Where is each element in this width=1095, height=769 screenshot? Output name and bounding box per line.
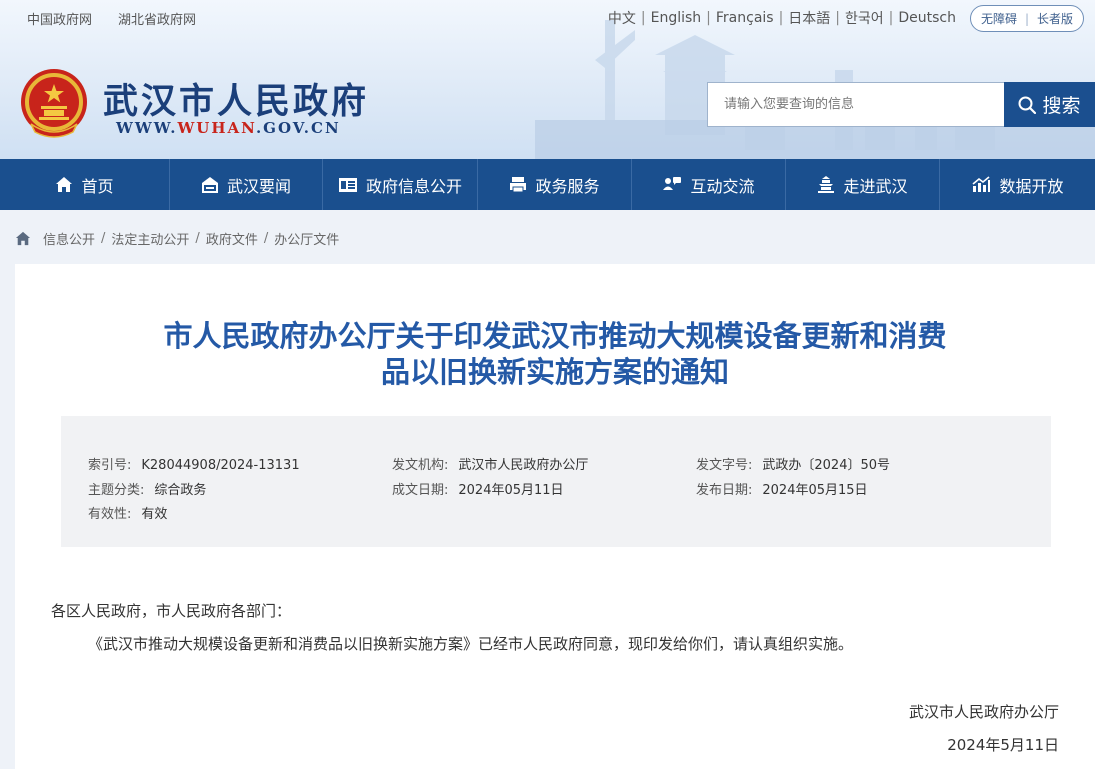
main-nav: 首页 武汉要闻 政府信息公开 政务服务 互动交流 走进武汉 数据开放 (0, 159, 1095, 210)
nav-explore-wuhan[interactable]: 走进武汉 (786, 159, 940, 210)
signature: 武汉市人民政府办公厅 (908, 703, 1059, 721)
nav-open-data[interactable]: 数据开放 (940, 159, 1095, 210)
meta-index: 索引号: K28044908/2024-13131 (88, 458, 300, 473)
meta-issuer: 发文机构: 武汉市人民政府办公厅 (392, 458, 589, 473)
barrier-free-button[interactable]: 无障碍 (981, 10, 1017, 27)
breadcrumb: 信息公开 / 法定主动公开 / 政府文件 / 办公厅文件 (15, 229, 339, 248)
signature-date: 2024年5月11日 (947, 736, 1059, 754)
tower-icon (818, 175, 835, 193)
printer-icon (510, 177, 527, 193)
info-card-icon (338, 177, 357, 192)
breadcrumb-item[interactable]: 法定主动公开 (111, 229, 189, 248)
news-icon (201, 177, 218, 193)
accessibility-toggle: 无障碍 | 长者版 (970, 5, 1084, 32)
home-icon (56, 177, 73, 192)
lang-en[interactable]: English (651, 10, 702, 26)
nav-home[interactable]: 首页 (0, 159, 170, 210)
meta-topic: 主题分类: 综合政务 (88, 483, 207, 498)
lang-zh[interactable]: 中文 (608, 8, 636, 28)
link-gov-cn[interactable]: 中国政府网 (27, 9, 92, 28)
home-icon (15, 231, 31, 246)
meta-validity: 有效性: 有效 (88, 507, 168, 522)
chat-icon (663, 177, 682, 190)
lang-ja[interactable]: 日本語 (788, 8, 830, 28)
search-input[interactable] (707, 82, 1004, 127)
lang-ko[interactable]: 한국어 (845, 8, 884, 28)
document-metadata: 索引号: K28044908/2024-13131 发文机构: 武汉市人民政府办公厅… (61, 416, 1051, 547)
salutation: 各区人民政府，市人民政府各部门： (51, 602, 292, 620)
breadcrumb-item[interactable]: 办公厅文件 (274, 229, 339, 248)
breadcrumb-item[interactable]: 政府文件 (206, 229, 258, 248)
document-title: 市人民政府办公厅关于印发武汉市推动大规模设备更新和消费 品以旧换新实施方案的通知 (163, 319, 947, 389)
language-switcher: 中文 | English | Français | 日本語 | 한국어 | Deutsch (607, 8, 956, 28)
search-icon (1018, 96, 1037, 114)
search-button[interactable]: 搜索 (1004, 82, 1095, 127)
site-title[interactable]: 武汉市人民政府 (103, 73, 369, 124)
meta-created-date: 成文日期: 2024年05月11日 (392, 483, 564, 498)
body-paragraph: 《武汉市推动大规模设备更新和消费品以旧换新实施方案》已经市人民政府同意，现印发给… (88, 635, 854, 653)
nav-gov-services[interactable]: 政务服务 (478, 159, 632, 210)
lang-de[interactable]: Deutsch (898, 10, 956, 26)
site-header: 中国政府网 湖北省政府网 中文 | English | Français | 日本語 |… (0, 0, 1095, 159)
national-emblem-icon[interactable] (17, 66, 91, 140)
site-url: WWW.WUHAN.GOV.CN (116, 119, 341, 137)
top-links: 中国政府网 湖北省政府网 (27, 9, 196, 28)
elder-mode-button[interactable]: 长者版 (1037, 10, 1073, 27)
link-hubei-gov[interactable]: 湖北省政府网 (118, 9, 196, 28)
meta-doc-number: 发文字号: 武政办〔2024〕50号 (696, 458, 891, 473)
nav-wuhan-news[interactable]: 武汉要闻 (170, 159, 323, 210)
nav-gov-info-disclosure[interactable]: 政府信息公开 (323, 159, 478, 210)
nav-interaction[interactable]: 互动交流 (632, 159, 786, 210)
lang-fr[interactable]: Français (716, 10, 774, 26)
meta-published-date: 发布日期: 2024年05月15日 (696, 483, 868, 498)
breadcrumb-item[interactable]: 信息公开 (43, 229, 95, 248)
chart-icon (972, 176, 991, 192)
